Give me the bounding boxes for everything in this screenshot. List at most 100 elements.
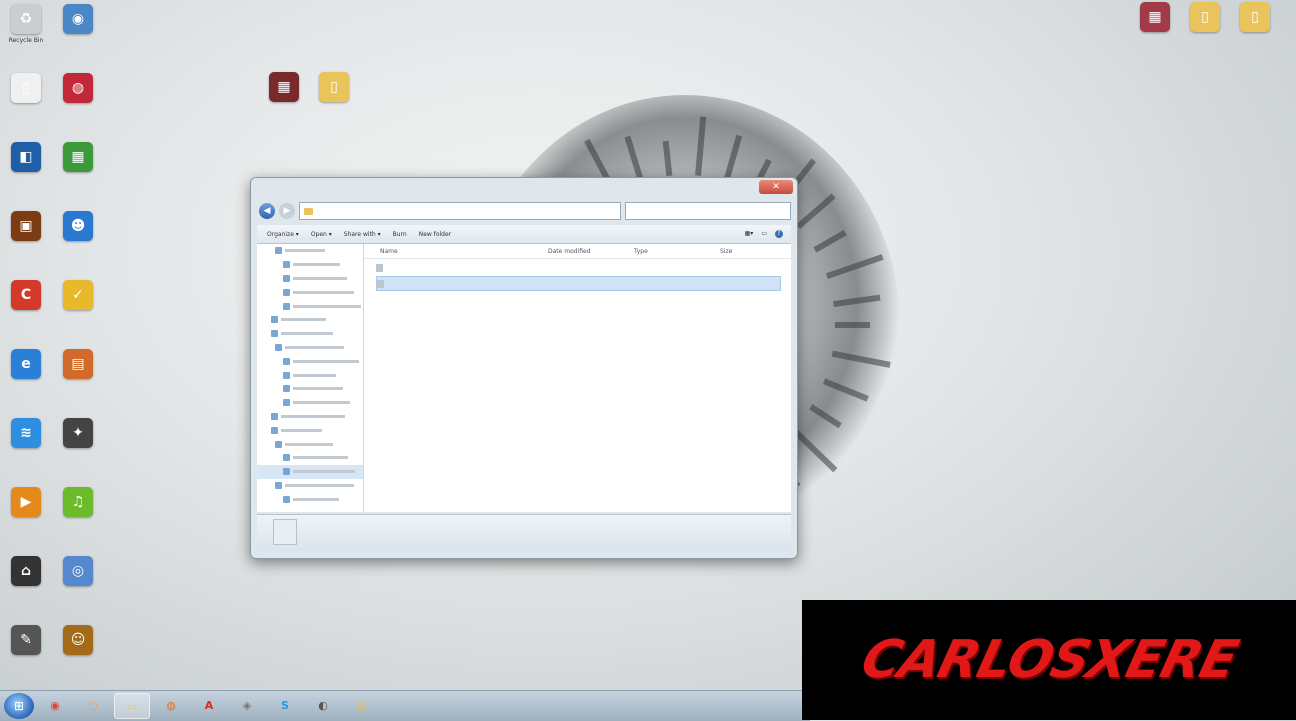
column-type[interactable]: Type [634,248,720,255]
nav-tree-item[interactable] [257,272,363,286]
taskbar-button-adobe[interactable]: A [192,693,226,717]
file-icon [377,279,384,288]
desktop-icon-messenger[interactable]: ☻ [50,211,106,244]
desktop-icon-ms2[interactable]: ▯ [306,72,362,105]
desktop-icon-tools[interactable]: ✎ [0,625,54,658]
desktop-icon-globe[interactable]: ◎ [50,556,106,589]
desktop-icon-dashlane[interactable]: ◧ [0,142,54,175]
nav-tree-item[interactable] [257,244,363,258]
nav-tree-item[interactable] [257,410,363,424]
forward-button[interactable]: ▶ [279,203,295,219]
desktop-icon-downloader[interactable]: ◍ [50,73,106,106]
nav-tree-item[interactable] [257,451,363,465]
preview-pane-icon[interactable]: ▭ [761,230,767,238]
nav-tree-item[interactable] [257,258,363,272]
column-name[interactable]: Name [364,248,548,255]
desktop-icon-winapp[interactable]: ▦ [50,142,106,175]
navigation-pane[interactable] [257,244,364,512]
taskbar-button-firefox[interactable]: ◍ [154,693,188,717]
desktop-icon-home[interactable]: ⌂ [0,556,54,589]
share-with-button[interactable]: Share with ▾ [344,231,381,238]
nav-tree-item[interactable] [257,341,363,355]
folder-icon [283,302,290,310]
file-row[interactable] [376,276,781,291]
taskbar-button-chrome[interactable]: ◉ [38,693,72,717]
desktop-icon-game1[interactable]: ▣ [0,211,54,244]
burn-button[interactable]: Burn [393,231,407,238]
help-icon[interactable]: ? [775,230,783,238]
desktop-icon-ie[interactable]: e [0,349,54,382]
nav-tree-item[interactable] [257,423,363,437]
desktop-icon-recycle[interactable]: ♻ Recycle Bin [0,4,54,45]
adobe-icon: A [204,698,214,712]
column-size[interactable]: Size [720,248,760,255]
nav-tree-item[interactable] [257,479,363,493]
nav-tree-label [293,497,339,501]
taskbar-button-opera[interactable]: ○ [76,693,110,717]
organize-button[interactable]: Organize ▾ [267,231,299,238]
back-button[interactable]: ◀ [259,203,275,219]
desktop-icon-file1[interactable]: ▯ [0,73,54,106]
desktop-icon-ccleaner[interactable]: C [0,280,54,313]
desktop-icon-norton[interactable]: ✓ [50,280,106,313]
nav-tree-label [293,456,348,460]
start-button[interactable]: ⊞ [4,693,34,719]
folder-icon: ▯ [1190,2,1220,32]
desktop-icon-r1[interactable]: ▦ [1127,2,1183,35]
folder-icon [283,495,290,503]
taskbar-button-notes[interactable]: ▤ [344,693,378,717]
app-icon: ◧ [11,142,41,172]
app-icon: ◉ [63,4,93,34]
desktop-icon-player[interactable]: ▶ [0,487,54,520]
address-bar[interactable] [299,202,621,220]
taskbar-button-vlc[interactable]: ◈ [230,693,264,717]
nav-tree-item[interactable] [257,396,363,410]
taskbar-button-explorer[interactable]: ▭ [114,693,150,719]
nav-tree-label [293,387,343,391]
desktop-icon-readerpdf[interactable]: ◉ [50,4,106,37]
file-row[interactable] [376,261,781,274]
taskbar-button-misc[interactable]: ◐ [306,693,340,717]
messenger-icon: ☻ [63,211,93,241]
wireless-icon: ≋ [11,418,41,448]
tool-icon: ✦ [63,418,93,448]
column-date-modified[interactable]: Date modified [548,248,634,255]
nav-tree-item[interactable] [257,285,363,299]
nav-tree-item[interactable] [257,299,363,313]
nav-tree-label [285,483,354,487]
home-icon: ⌂ [11,556,41,586]
nav-tree-label [285,345,344,349]
desktop-icon-spotify[interactable]: ♫ [50,487,106,520]
nav-tree-label [281,332,333,336]
command-toolbar: Organize ▾ Open ▾ Share with ▾ Burn New … [257,225,791,244]
desktop-icon-office[interactable]: ▤ [50,349,106,382]
desktop-icon-smiley[interactable]: ☺ [50,625,106,658]
nav-tree-item[interactable] [257,354,363,368]
nav-tree-label [293,373,336,377]
view-icon[interactable]: ▦▾ [745,230,754,238]
nav-tree-item[interactable] [257,437,363,451]
nav-tree-item[interactable] [257,368,363,382]
close-button[interactable]: ✕ [759,180,793,194]
desktop-icon-r3[interactable]: ▯ [1227,2,1283,35]
folder-icon [283,385,290,393]
nav-tree-item[interactable] [257,382,363,396]
chrome-icon: ◉ [50,698,60,712]
nav-tree-item[interactable] [257,313,363,327]
new-folder-button[interactable]: New folder [419,231,451,238]
nav-tree-item[interactable] [257,492,363,506]
taskbar-button-skype[interactable]: S [268,693,302,717]
folder-icon [271,412,278,420]
desktop-icon-ms1[interactable]: ▦ [256,72,312,105]
window-titlebar[interactable]: ✕ [251,178,797,202]
desktop-icon-wizard[interactable]: ✦ [50,418,106,451]
nav-tree-item[interactable] [257,464,363,479]
nav-tree-item[interactable] [257,327,363,341]
explorer-window[interactable]: ✕ ◀ ▶ Organize ▾ Open ▾ Share with ▾ Bur… [250,177,798,559]
desktop-icon-r2[interactable]: ▯ [1177,2,1233,35]
open-button[interactable]: Open ▾ [311,231,332,238]
search-input[interactable] [625,202,791,220]
desktop-icon-mobile[interactable]: ≋ [0,418,54,451]
file-list[interactable]: Name Date modified Type Size [364,244,791,512]
folder-icon: ▭ [126,699,138,713]
